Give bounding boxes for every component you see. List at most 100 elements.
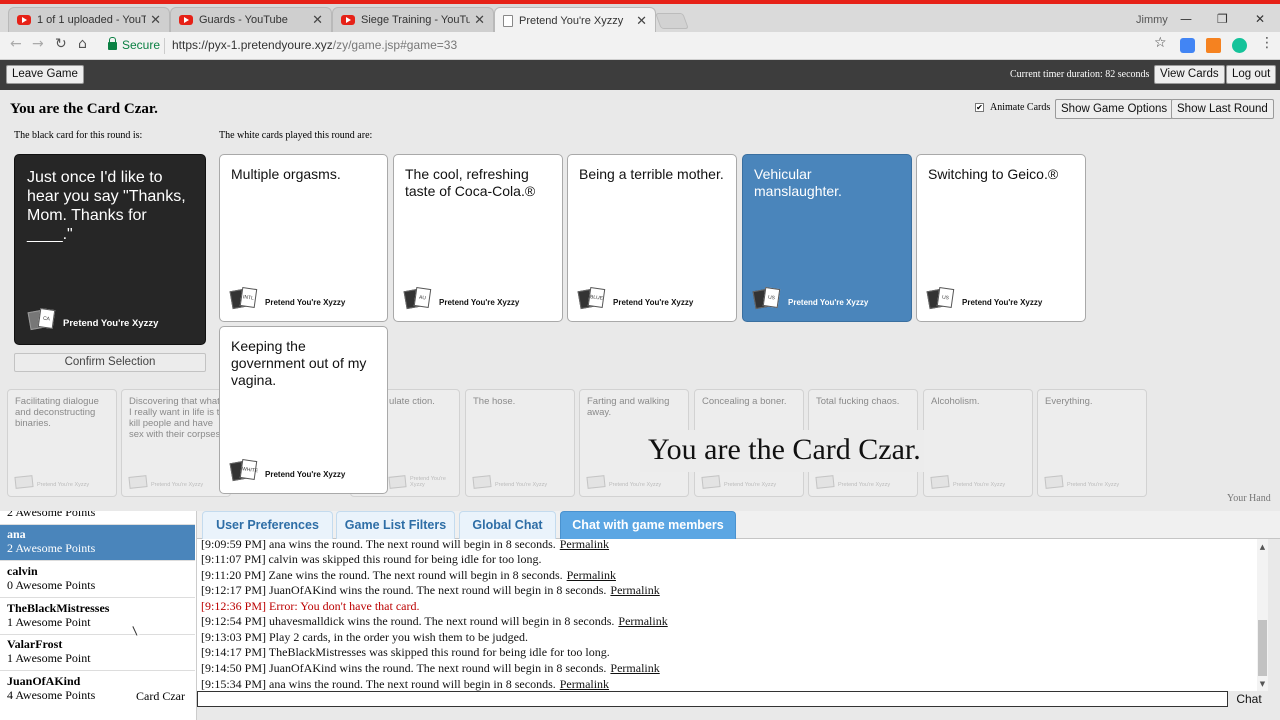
show-last-round-button[interactable]: Show Last Round [1171,99,1274,119]
permalink[interactable]: Permalink [610,661,659,675]
cards-logo-icon [586,475,606,489]
chat-input[interactable] [197,691,1228,707]
browser-tab-2[interactable]: Guards - YouTube ✕ [170,7,332,32]
white-cards-label: The white cards played this round are: [219,130,373,141]
browser-tab-title: 1 of 1 uploaded - YouTube [37,14,147,26]
browser-tab-4[interactable]: Pretend You're Xyzzy ✕ [494,7,656,33]
youtube-icon [17,15,31,25]
permalink[interactable]: Permalink [567,568,616,582]
minimize-icon[interactable]: — [1180,12,1192,26]
permalink[interactable]: Permalink [618,614,667,628]
chat-send-button[interactable]: Chat [1229,689,1269,709]
player-points: 2 Awesome Points [7,511,96,519]
chat-scrollbar-thumb[interactable] [1258,620,1267,676]
reload-icon[interactable]: ↻ [55,36,67,52]
watermark-text: Pretend You're Xyzzy [788,298,869,307]
player-name: TheBlackMistresses [7,601,110,615]
hand-card[interactable]: Everything. Pretend You're Xyzzy [1037,389,1147,497]
card-text: Vehicular manslaughter. [754,166,842,199]
played-card[interactable]: The cool, refreshing taste of Coca-Cola.… [393,154,563,322]
bookmark-star-icon[interactable]: ☆ [1154,35,1167,51]
hand-card-text: Concealing a boner. [702,396,787,407]
player-name: JuanOfAKind [7,674,81,688]
lock-icon [108,37,117,50]
permalink[interactable]: Permalink [560,539,609,551]
browser-toolbar: ← → ↻ ⌂ Secure https://pyx-1.pretendyour… [0,32,1280,60]
show-game-options-button[interactable]: Show Game Options [1055,99,1174,119]
confirm-selection-button[interactable]: Confirm Selection [14,353,206,372]
tab-global-chat[interactable]: Global Chat [459,511,556,539]
home-icon[interactable]: ⌂ [78,36,87,52]
cards-logo-icon [815,475,835,489]
panel-tab-bar: User Preferences Game List Filters Globa… [197,511,1280,539]
leave-game-button[interactable]: Leave Game [6,65,84,84]
player-name: ValarFrost [7,637,63,651]
cards-logo-icon [14,475,34,489]
log-line: [9:15:34 PM] ana wins the round. The nex… [201,677,609,691]
tab-user-preferences[interactable]: User Preferences [202,511,333,539]
extension-fox-icon[interactable] [1206,38,1221,53]
black-card-text: Just once I'd like to hear you say "Than… [27,169,186,243]
watermark-text: Pretend You're Xyzzy [962,298,1043,307]
cards-logo-icon [388,475,407,489]
logout-button[interactable]: Log out [1226,65,1277,84]
card-text: Being a terrible mother. [579,166,724,182]
log-text: [9:12:17 PM] JuanOfAKind wins the round.… [201,583,607,597]
card-watermark: WHITE Pretend You're Xyzzy [229,459,345,482]
card-czar-notice: You are the Card Czar. [640,430,924,472]
hand-card-text: Everything. [1045,396,1093,407]
played-card-selected[interactable]: Vehicular manslaughter. US Pretend You'r… [742,154,912,322]
window-close-icon[interactable]: ✕ [1255,12,1265,26]
card-watermark: Pretend You're Xyzzy [1044,475,1119,489]
permalink[interactable]: Permalink [610,583,659,597]
view-cards-button[interactable]: View Cards [1154,65,1225,84]
hand-card[interactable]: Alcoholism. Pretend You're Xyzzy [923,389,1033,497]
back-icon[interactable]: ← [10,36,22,52]
tab-chat-with-game-members[interactable]: Chat with game members [560,511,736,539]
black-card-label: The black card for this round is: [14,130,143,141]
extension-g-icon[interactable] [1180,38,1195,53]
played-card[interactable]: Multiple orgasms. INTL Pretend You're Xy… [219,154,388,322]
close-icon[interactable]: ✕ [312,12,323,28]
forward-icon[interactable]: → [32,36,44,52]
close-icon[interactable]: ✕ [636,13,647,29]
browser-tab-1[interactable]: 1 of 1 uploaded - YouTube ✕ [8,7,170,32]
scroll-down-icon[interactable]: ▼ [1257,679,1268,689]
played-card[interactable]: Being a terrible mother. BLUE Pretend Yo… [567,154,737,322]
hand-card[interactable]: Facilitating dialogue and deconstructing… [7,389,117,497]
animate-cards-checkbox[interactable]: ✔ Animate Cards [975,102,1050,113]
close-icon[interactable]: ✕ [150,12,161,28]
checkbox-icon[interactable]: ✔ [975,103,984,112]
played-card[interactable]: Switching to Geico.® US Pretend You're X… [916,154,1086,322]
hand-card[interactable]: The hose. Pretend You're Xyzzy [465,389,575,497]
close-icon[interactable]: ✕ [474,12,485,28]
scoreboard-row: TheBlackMistresses 1 Awesome Point [0,599,195,635]
cards-logo-icon [128,475,148,489]
cards-logo-icon: INTL [229,287,259,310]
scoreboard-row: JuanOfAKind 4 Awesome Points Card Czar [0,672,195,708]
hand-card[interactable]: Discovering that what I really want in l… [121,389,231,497]
permalink[interactable]: Permalink [560,677,609,691]
tab-game-list-filters[interactable]: Game List Filters [336,511,455,539]
grammarly-icon[interactable] [1232,38,1247,53]
new-tab-button[interactable] [655,13,689,29]
card-watermark: AU Pretend You're Xyzzy [403,287,519,310]
log-text: [9:12:54 PM] uhavesmalldick wins the rou… [201,614,615,628]
cards-logo-icon [1044,475,1064,489]
browser-user-name[interactable]: Jimmy [1136,14,1168,26]
card-watermark: Pretend You're Xyzzy [586,475,661,489]
address-bar[interactable]: https://pyx-1.pretendyoure.xyz/zy/game.j… [172,38,457,52]
menu-icon[interactable]: ⋮ [1260,35,1274,51]
card-watermark: BLUE Pretend You're Xyzzy [577,287,693,310]
played-card[interactable]: Keeping the government out of my vagina.… [219,326,388,494]
card-watermark: US Pretend You're Xyzzy [926,287,1043,310]
cards-logo-icon: CA [27,308,57,331]
scroll-up-icon[interactable]: ▲ [1257,542,1268,552]
cards-logo-icon [701,475,721,489]
cards-logo-icon: AU [403,287,433,310]
watermark-text: Pretend You're Xyzzy [410,476,446,488]
restore-icon[interactable]: ❐ [1217,12,1228,26]
browser-tab-3[interactable]: Siege Training - YouTube ✕ [332,7,494,32]
hand-card-text: ulate ction. [389,396,435,407]
url-path: /zy/game.jsp#game=33 [332,38,458,52]
